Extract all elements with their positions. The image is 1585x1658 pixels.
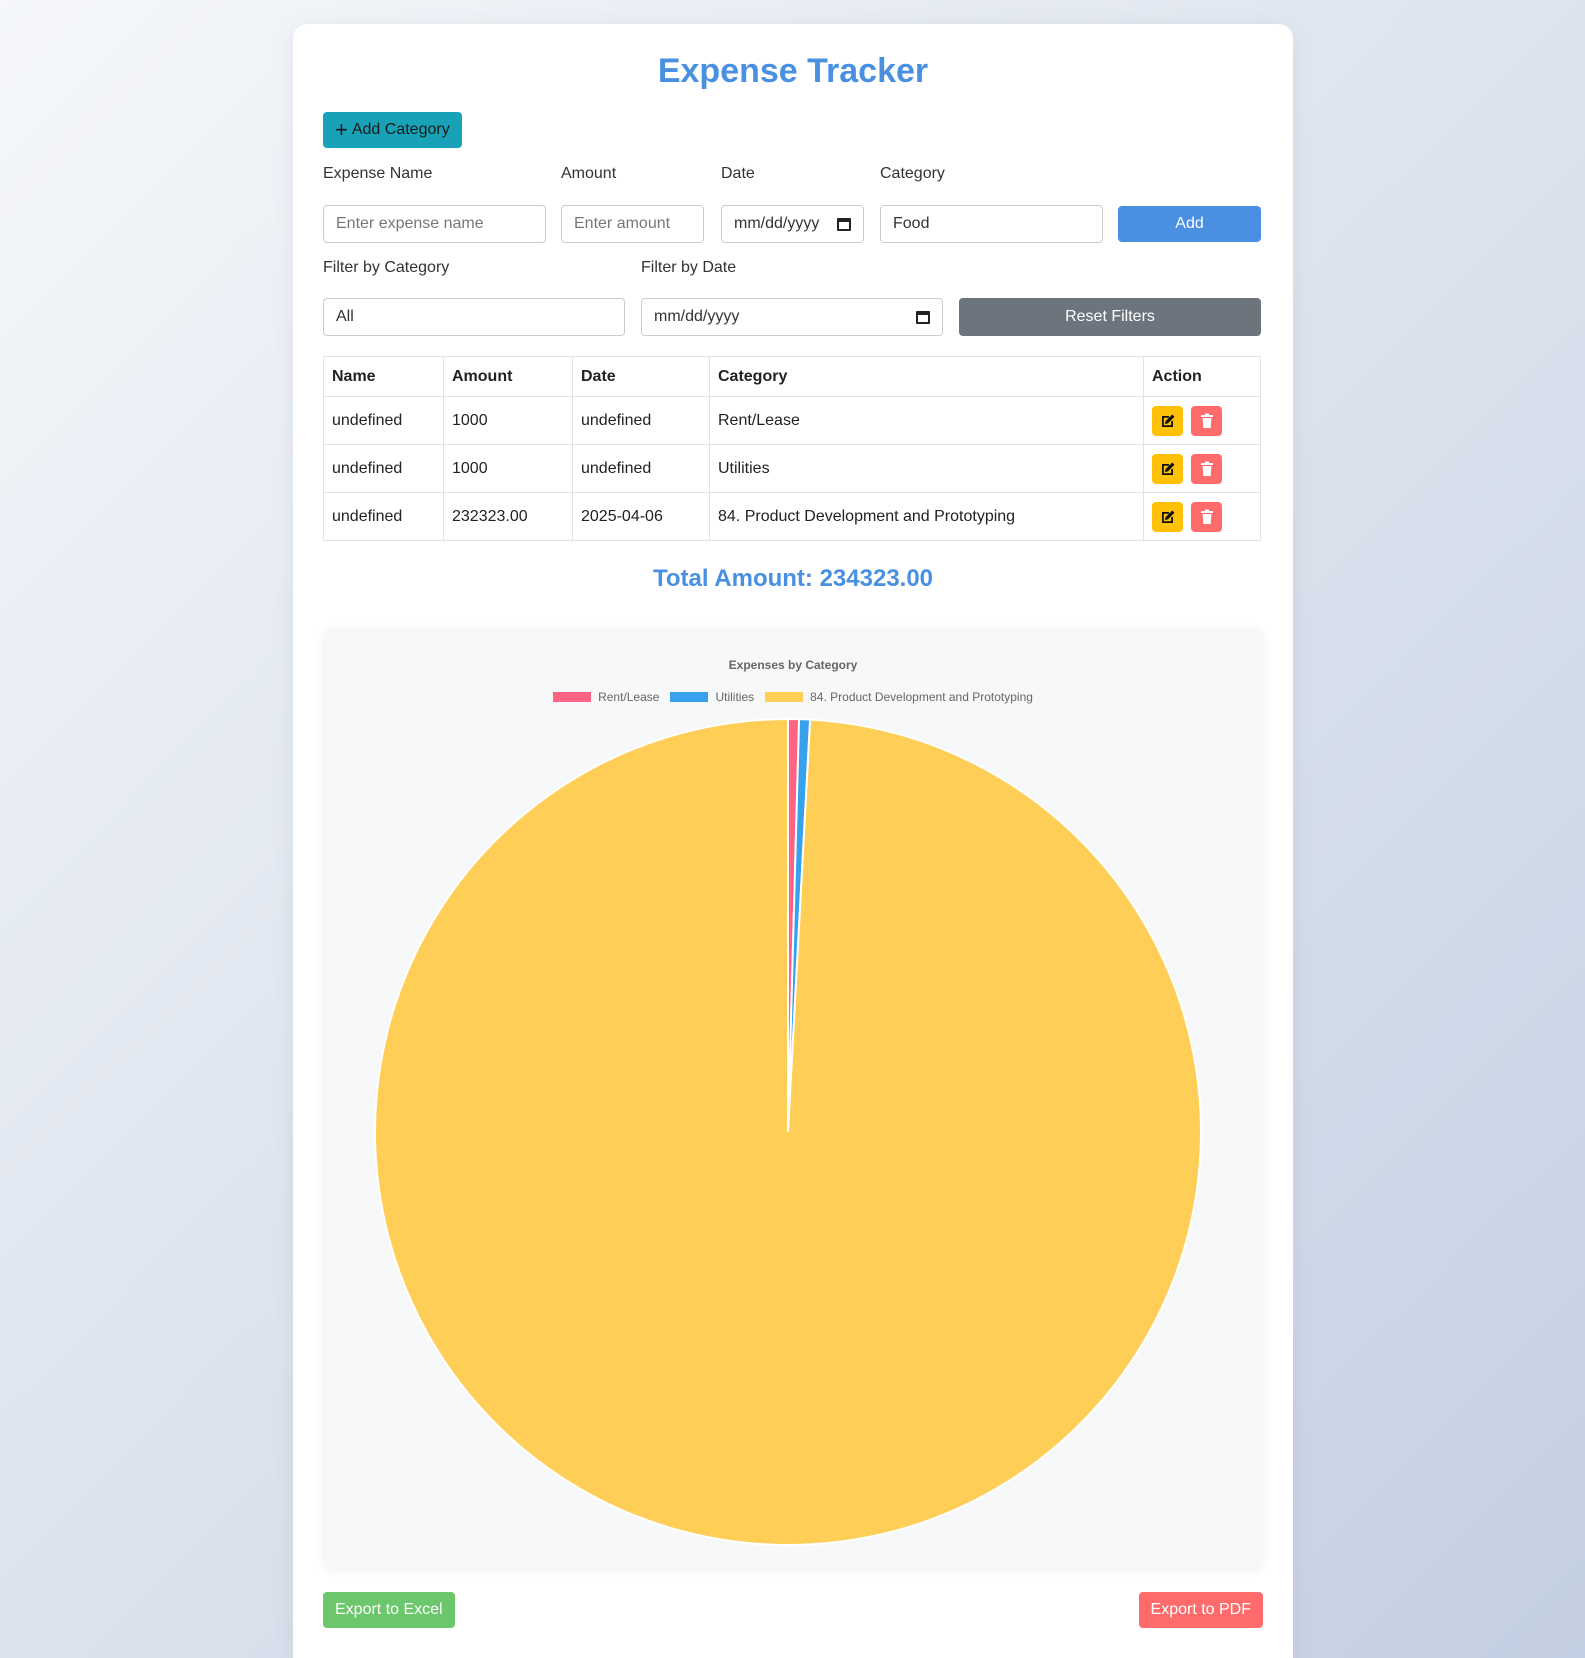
expense-name-placeholder: Enter expense name xyxy=(336,215,484,232)
delete-button[interactable] xyxy=(1191,405,1222,436)
delete-button[interactable] xyxy=(1191,501,1222,532)
table-header-row: Name Amount Date Category Action xyxy=(323,356,1261,397)
edit-button[interactable] xyxy=(1152,453,1183,484)
legend-swatch xyxy=(765,692,804,702)
table-row: undefined 1000 undefined Utilities xyxy=(323,444,1261,493)
expense-name-input[interactable]: Enter expense name xyxy=(323,205,546,243)
filter-date-label: Filter by Date xyxy=(641,259,737,276)
column-header-category: Category xyxy=(709,356,1144,397)
edit-button[interactable] xyxy=(1152,405,1183,436)
plus-icon: + xyxy=(335,117,348,142)
trash-icon xyxy=(1200,461,1213,476)
app-card: Expense Tracker + Add Category Expense N… xyxy=(293,24,1293,1658)
chart-container: Expenses by Category Rent/Lease Utilitie… xyxy=(323,628,1263,1568)
cell-amount: 1000 xyxy=(443,396,573,445)
legend-label: Utilities xyxy=(715,690,755,704)
add-category-label: Add Category xyxy=(351,121,450,138)
add-expense-button[interactable]: Add xyxy=(1118,206,1261,242)
export-excel-button[interactable]: Export to Excel xyxy=(323,1592,455,1628)
filter-date-value: mm/dd/yyyy xyxy=(654,308,740,325)
total-amount: Total Amount: 234323.00 xyxy=(652,565,934,592)
trash-icon xyxy=(1200,413,1213,428)
date-label: Date xyxy=(721,165,755,182)
filter-category-select[interactable]: All xyxy=(323,298,625,336)
export-pdf-button[interactable]: Export to PDF xyxy=(1138,1592,1263,1628)
column-header-action: Action xyxy=(1143,356,1261,397)
legend-item-product-development[interactable]: 84. Product Development and Prototyping xyxy=(765,690,1033,704)
cell-date: undefined xyxy=(572,396,710,445)
cell-category: Utilities xyxy=(709,444,1144,493)
filter-category-label: Filter by Category xyxy=(323,259,450,276)
filter-date-input[interactable]: mm/dd/yyyy xyxy=(641,298,943,336)
chart-legend: Rent/Lease Utilities 84. Product Develop… xyxy=(323,690,1263,704)
cell-date: 2025-04-06 xyxy=(572,492,710,541)
trash-icon xyxy=(1200,509,1213,524)
legend-item-utilities[interactable]: Utilities xyxy=(670,690,754,704)
category-label: Category xyxy=(880,165,945,182)
calendar-icon[interactable] xyxy=(916,310,930,324)
page-title: Expense Tracker xyxy=(657,52,929,90)
filter-category-value: All xyxy=(336,308,354,325)
cell-category: 84. Product Development and Prototyping xyxy=(709,492,1144,541)
expense-table: Name Amount Date Category Action undefin… xyxy=(323,356,1261,541)
legend-label: 84. Product Development and Prototyping xyxy=(810,690,1033,704)
legend-label: Rent/Lease xyxy=(598,690,660,704)
category-value: Food xyxy=(893,215,930,232)
pie-slice[interactable] xyxy=(374,717,1202,1546)
pie-chart[interactable] xyxy=(373,717,1203,1547)
column-header-name: Name xyxy=(323,356,444,397)
legend-swatch xyxy=(553,692,592,702)
cell-action xyxy=(1143,444,1261,493)
cell-name: undefined xyxy=(323,444,444,493)
cell-action xyxy=(1143,396,1261,445)
reset-filters-button[interactable]: Reset Filters xyxy=(959,298,1261,336)
legend-item-rent-lease[interactable]: Rent/Lease xyxy=(553,690,659,704)
cell-amount: 1000 xyxy=(443,444,573,493)
cell-action xyxy=(1143,492,1261,541)
amount-placeholder: Enter amount xyxy=(574,215,671,232)
category-select[interactable]: Food xyxy=(880,205,1103,243)
legend-swatch xyxy=(670,692,709,702)
cell-date: undefined xyxy=(572,444,710,493)
table-row: undefined 232323.00 2025-04-06 84. Produ… xyxy=(323,492,1261,541)
date-value: mm/dd/yyyy xyxy=(734,215,820,232)
cell-name: undefined xyxy=(323,492,444,541)
calendar-icon[interactable] xyxy=(837,217,851,231)
edit-icon xyxy=(1161,462,1174,475)
expense-name-label: Expense Name xyxy=(323,165,433,182)
add-category-button[interactable]: + Add Category xyxy=(323,112,462,148)
delete-button[interactable] xyxy=(1191,453,1222,484)
column-header-amount: Amount xyxy=(443,356,573,397)
edit-button[interactable] xyxy=(1152,501,1183,532)
amount-label: Amount xyxy=(561,165,617,182)
column-header-date: Date xyxy=(572,356,710,397)
chart-title: Expenses by Category xyxy=(728,658,858,672)
date-input[interactable]: mm/dd/yyyy xyxy=(721,205,864,243)
edit-icon xyxy=(1161,510,1174,523)
edit-icon xyxy=(1161,414,1174,427)
amount-input[interactable]: Enter amount xyxy=(561,205,704,243)
cell-category: Rent/Lease xyxy=(709,396,1144,445)
cell-name: undefined xyxy=(323,396,444,445)
cell-amount: 232323.00 xyxy=(443,492,573,541)
table-row: undefined 1000 undefined Rent/Lease xyxy=(323,396,1261,445)
